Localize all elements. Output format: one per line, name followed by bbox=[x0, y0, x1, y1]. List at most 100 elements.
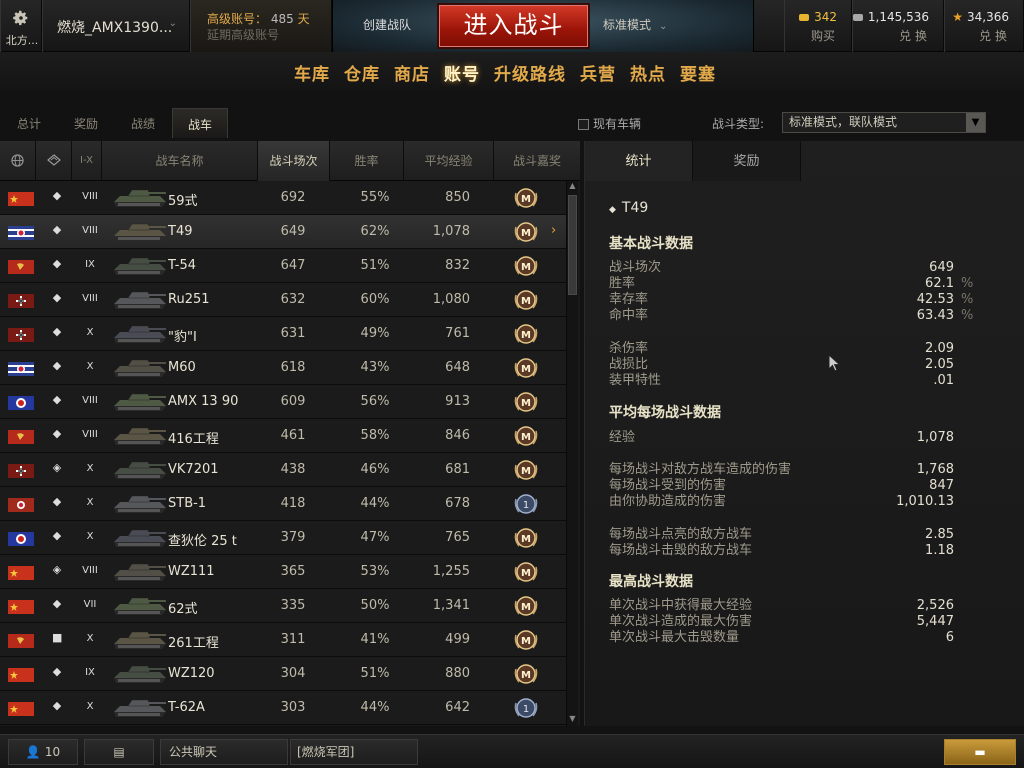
premium-account[interactable]: 高级账号： 485 天 延期高级账号 bbox=[190, 0, 332, 52]
nav-item-1[interactable]: 仓库 bbox=[344, 60, 380, 85]
table-row[interactable]: ◆ VIII AMX 13 90 609 56% 913 M bbox=[0, 385, 566, 419]
table-row[interactable]: ◆ VIII Ru251 632 60% 1,080 M bbox=[0, 283, 566, 317]
owned-vehicles-checkbox[interactable]: 现有车辆 bbox=[578, 115, 641, 132]
sort-battles[interactable]: 战斗场次 bbox=[258, 141, 330, 181]
nation-flag-ussr bbox=[8, 260, 34, 274]
table-row[interactable]: ◆ IX WZ120 304 51% 880 M bbox=[0, 657, 566, 691]
tank-icon bbox=[110, 251, 168, 281]
nation-flag-ussr bbox=[8, 430, 34, 444]
battle-mode-select[interactable]: 标准模式 ⌄ bbox=[603, 16, 667, 33]
free-xp-value: 34,366 bbox=[967, 10, 1009, 24]
sort-winrate[interactable]: 胜率 bbox=[330, 141, 404, 181]
stat-value: 42.53% bbox=[917, 292, 974, 308]
stat-number: 649 bbox=[929, 260, 954, 275]
scrollbar-thumb[interactable] bbox=[568, 195, 577, 295]
sort-nation[interactable] bbox=[0, 141, 36, 181]
table-row[interactable]: ■ X 261工程 311 41% 499 M bbox=[0, 623, 566, 657]
tank-icon bbox=[110, 489, 168, 519]
nav-item-6[interactable]: 热点 bbox=[630, 60, 666, 85]
nav-item-0[interactable]: 车库 bbox=[294, 60, 330, 85]
vehicle-type-icon: ◈ bbox=[52, 461, 62, 474]
stat-number: .01 bbox=[933, 373, 954, 388]
sort-avg-xp[interactable]: 平均经验 bbox=[404, 141, 494, 181]
channels-button[interactable]: ▤ bbox=[84, 739, 154, 765]
vehicle-battles: 311 bbox=[280, 632, 306, 647]
tab-summary[interactable]: 总计 bbox=[0, 108, 58, 138]
table-row[interactable]: ◆ IX T-54 647 51% 832 M bbox=[0, 249, 566, 283]
main-nav: 车库 仓库 商店 账号 升级路线 兵营 热点 要塞 bbox=[0, 52, 1024, 90]
vehicle-type-icon: ◆ bbox=[52, 257, 62, 270]
vehicle-tier: VIII bbox=[82, 293, 98, 304]
clan-chat-tab[interactable]: [燃烧军团] bbox=[290, 739, 418, 765]
vehicle-battles: 649 bbox=[280, 224, 306, 239]
chat-button[interactable]: ▬ bbox=[944, 739, 1016, 765]
svg-text:M: M bbox=[521, 228, 531, 239]
tab-vehicle-awards[interactable]: 奖励 bbox=[693, 141, 801, 181]
nation-flag-usa bbox=[8, 362, 34, 376]
friends-button[interactable]: 👤 10 bbox=[8, 739, 78, 765]
battle-type-select[interactable]: 标准模式，联队模式 ▼ bbox=[782, 112, 986, 133]
vehicle-tier: X bbox=[86, 531, 94, 542]
tab-awards[interactable]: 奖励 bbox=[58, 108, 114, 138]
scroll-up-icon[interactable]: ▲ bbox=[567, 181, 578, 193]
public-chat-tab[interactable]: 公共聊天 bbox=[160, 739, 288, 765]
credits-balance[interactable]: 1,145,536 兑 换 bbox=[852, 0, 944, 52]
server-selector[interactable]: 北方... bbox=[0, 0, 42, 52]
vehicle-battles: 632 bbox=[280, 292, 306, 307]
vehicle-winrate: 53% bbox=[360, 564, 390, 579]
svg-text:M: M bbox=[521, 194, 531, 205]
exchange-xp-link[interactable]: 兑 换 bbox=[979, 27, 1007, 44]
premium-days-unit: 天 bbox=[297, 12, 310, 26]
vehicle-list-scrollbar[interactable]: ▲ ▼ bbox=[566, 181, 578, 726]
mastery-badge-icon: M bbox=[513, 355, 539, 381]
vehicle-avg-xp: 850 bbox=[445, 190, 470, 205]
stat-number: 62.1 bbox=[925, 276, 954, 291]
nation-flag-ussr bbox=[8, 634, 34, 648]
table-row[interactable]: ◈ X VK7201 438 46% 681 M bbox=[0, 453, 566, 487]
table-row[interactable]: ◆ VIII 59式 692 55% 850 M bbox=[0, 181, 566, 215]
table-row[interactable]: ◆ VIII T49 649 62% 1,078 M › bbox=[0, 215, 566, 249]
svg-text:M: M bbox=[521, 534, 531, 545]
tank-icon bbox=[110, 183, 168, 213]
table-row[interactable]: ◆ X M60 618 43% 648 M bbox=[0, 351, 566, 385]
table-row[interactable]: ◈ VIII WZ111 365 53% 1,255 M bbox=[0, 555, 566, 589]
vehicle-type-icon: ◆ bbox=[52, 495, 62, 508]
nation-flag-usa bbox=[8, 226, 34, 240]
account-menu[interactable]: 燃烧_AMX1390... ⌄ bbox=[42, 0, 190, 52]
stat-label: 单次战斗中获得最大经验 bbox=[609, 598, 753, 613]
exchange-credits-link[interactable]: 兑 换 bbox=[899, 27, 927, 44]
tab-statistics[interactable]: 统计 bbox=[585, 141, 693, 181]
tank-icon bbox=[110, 421, 168, 451]
tank-icon bbox=[110, 523, 168, 553]
table-row[interactable]: ◆ VII 62式 335 50% 1,341 M bbox=[0, 589, 566, 623]
sort-type[interactable] bbox=[36, 141, 72, 181]
table-row[interactable]: ◆ X "豹"I 631 49% 761 M bbox=[0, 317, 566, 351]
extend-premium-link[interactable]: 延期高级账号 bbox=[207, 26, 279, 43]
nav-item-5[interactable]: 兵营 bbox=[580, 60, 616, 85]
sort-mastery[interactable]: 战斗嘉奖 bbox=[494, 141, 580, 181]
nav-item-2[interactable]: 商店 bbox=[394, 60, 430, 85]
tank-icon bbox=[110, 557, 168, 587]
nav-item-4[interactable]: 升级路线 bbox=[494, 60, 566, 85]
nav-item-7[interactable]: 要塞 bbox=[680, 60, 716, 85]
table-row[interactable]: ◆ X 查狄伦 25 t 379 47% 765 M bbox=[0, 521, 566, 555]
gold-balance[interactable]: 342 购买 bbox=[784, 0, 852, 52]
tab-records[interactable]: 战绩 bbox=[114, 108, 172, 138]
stat-number: 6 bbox=[945, 630, 954, 645]
table-row[interactable]: ◆ VIII 416工程 461 58% 846 M bbox=[0, 419, 566, 453]
table-row[interactable]: ◆ X STB-1 418 44% 678 1 bbox=[0, 487, 566, 521]
nav-item-3[interactable]: 账号 bbox=[444, 60, 480, 85]
sort-name[interactable]: 战车名称 bbox=[102, 141, 258, 181]
free-xp-balance[interactable]: ★ 34,366 兑 换 bbox=[944, 0, 1024, 52]
tab-vehicles[interactable]: 战车 bbox=[172, 108, 228, 138]
vehicle-winrate: 62% bbox=[360, 224, 390, 239]
mastery-badge-icon: M bbox=[513, 389, 539, 415]
vehicle-tier: VIII bbox=[82, 429, 98, 440]
table-row[interactable]: ◆ X T-62A 303 44% 642 1 bbox=[0, 691, 566, 725]
battle-button[interactable]: 进入战斗 bbox=[437, 3, 590, 49]
credits-icon bbox=[852, 14, 863, 21]
buy-gold-link[interactable]: 购买 bbox=[811, 27, 835, 44]
sort-tier[interactable]: I-X bbox=[72, 141, 102, 181]
create-platoon-button[interactable]: 创建战队 bbox=[363, 16, 411, 33]
scroll-down-icon[interactable]: ▼ bbox=[567, 714, 578, 726]
